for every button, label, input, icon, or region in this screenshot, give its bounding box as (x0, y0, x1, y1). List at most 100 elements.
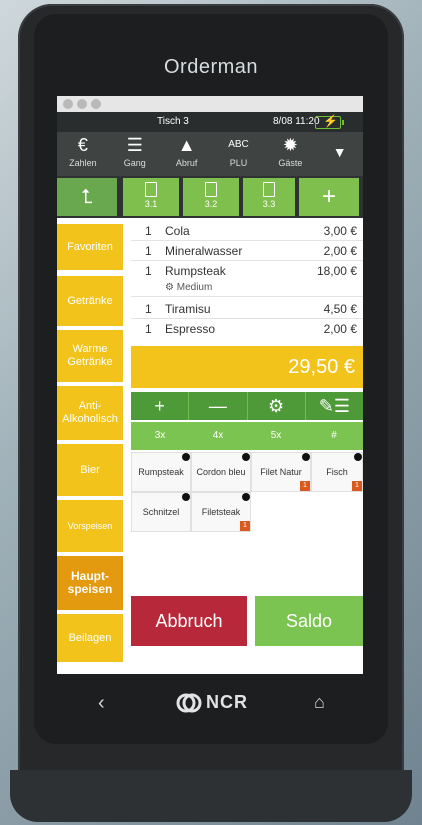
gaeste-button[interactable]: ✹ Gäste (264, 132, 316, 176)
time-label: 8/08 11:20 (273, 116, 320, 127)
category-bier[interactable]: Bier (57, 444, 123, 496)
minus-button[interactable]: — (189, 392, 248, 420)
item-fisch[interactable]: Fisch 1 (311, 452, 363, 492)
order-name: Mineralwasser (165, 244, 243, 258)
minus-icon: — (208, 396, 227, 416)
window-dot-1[interactable] (63, 99, 73, 109)
saldo-button[interactable]: Saldo (255, 596, 363, 646)
back-nav-icon[interactable]: ‹ (98, 692, 105, 715)
order-price: 18,00 € (316, 264, 357, 278)
abruf-button[interactable]: ▲ Abruf (161, 132, 213, 176)
order-modifier-row: ⚙ Medium (131, 280, 363, 297)
document-icon (263, 182, 275, 197)
add-ticket-button[interactable]: + (299, 178, 359, 216)
category-list: Favoriten Getränke Warme Getränke Anti-A… (57, 218, 127, 674)
window-titlebar (57, 96, 363, 112)
cancel-button[interactable]: Abbruch (131, 596, 247, 646)
screen: Tisch 3 8/08 11:20 ⚡ € Zahlen ☰ Gang ▲ A… (57, 96, 363, 674)
window-dot-3[interactable] (91, 99, 101, 109)
toolbar: € Zahlen ☰ Gang ▲ Abruf ABC PLU ✹ Gäste … (57, 132, 363, 176)
category-vorspeisen[interactable]: Vorspeisen (57, 500, 123, 552)
item-label: Rumpsteak (138, 467, 184, 477)
category-anti-alkoholisch[interactable]: Anti-Alkoholisch (57, 386, 123, 440)
category-getraenke[interactable]: Getränke (57, 276, 123, 326)
gear-icon: ⚙ (165, 282, 177, 293)
category-hauptspeisen[interactable]: Haupt-speisen (57, 556, 123, 610)
edit-list-icon: ✎☰ (318, 396, 350, 416)
zahlen-label: Zahlen (69, 158, 97, 168)
item-cordon-bleu[interactable]: Cordon bleu (191, 452, 251, 492)
ticket-3-2[interactable]: 3.2 (183, 178, 239, 216)
plus-icon: + (154, 396, 165, 416)
order-list: 1 Cola 3,00 € 1 Mineralwasser 2,00 € 1 R… (131, 218, 363, 342)
gang-label: Gang (123, 158, 146, 168)
multiplier-row: 3x 4x 5x # (131, 422, 363, 450)
android-nav-bar: ‹ NCR ⌂ (58, 674, 362, 734)
camera-icon (302, 453, 310, 461)
abruf-label: Abruf (175, 158, 198, 168)
item-badge: 1 (240, 521, 250, 531)
order-row[interactable]: 1 Mineralwasser 2,00 € (131, 242, 363, 261)
camera-icon (182, 453, 190, 461)
more-button[interactable]: ▼ (316, 132, 363, 176)
item-label: Schnitzel (142, 507, 180, 517)
modifier-label: Medium (176, 282, 213, 293)
item-schnitzel[interactable]: Schnitzel (131, 492, 191, 532)
camera-icon (242, 493, 250, 501)
camera-icon (242, 453, 250, 461)
ticket-3-1[interactable]: 3.1 (123, 178, 179, 216)
multiplier-4x[interactable]: 4x (189, 422, 247, 450)
item-filet-natur[interactable]: Filet Natur 1 (251, 452, 311, 492)
order-name: Espresso (165, 322, 216, 336)
home-nav-icon[interactable]: ⌂ (314, 692, 325, 713)
ticket-3-3[interactable]: 3.3 (243, 178, 295, 216)
multiplier-3x[interactable]: 3x (131, 422, 189, 450)
ticket-label: 3.1 (144, 199, 158, 209)
category-warme-getraenke[interactable]: Warme Getränke (57, 330, 123, 382)
bell-icon: ▲ (177, 135, 196, 155)
item-rumpsteak[interactable]: Rumpsteak (131, 452, 191, 492)
category-favoriten[interactable]: Favoriten (57, 224, 123, 270)
order-row[interactable]: 1 Rumpsteak 18,00 € (131, 262, 363, 280)
item-filetsteak[interactable]: Filetsteak 1 (191, 492, 251, 532)
edit-list-button[interactable]: ✎☰ (305, 392, 363, 420)
order-price: 2,00 € (323, 322, 357, 336)
ticket-label: 3.2 (204, 199, 218, 209)
table-label: Tisch 3 (157, 116, 189, 127)
multiplier-5x[interactable]: 5x (247, 422, 305, 450)
order-price: 4,50 € (323, 302, 357, 316)
window-dot-2[interactable] (77, 99, 87, 109)
item-badge: 1 (352, 481, 362, 491)
item-label: Fisch (326, 467, 348, 477)
guests-icon: ✹ (282, 135, 298, 155)
gear-icon: ⚙ (268, 396, 285, 416)
item-label: Filetsteak (201, 507, 241, 517)
item-badge: 1 (300, 481, 310, 491)
camera-icon (354, 453, 362, 461)
modifier-text: ⚙ Medium (165, 282, 212, 293)
category-beilagen[interactable]: Beilagen (57, 614, 123, 662)
order-price: 2,00 € (323, 244, 357, 258)
item-label: Cordon bleu (196, 467, 246, 477)
order-qty: 1 (145, 322, 152, 336)
device-bottom (10, 770, 412, 822)
multiplier-hash[interactable]: # (305, 422, 363, 450)
order-row[interactable]: 1 Cola 3,00 € (131, 222, 363, 241)
total-amount: 29,50 € (288, 356, 355, 378)
settings-button[interactable]: ⚙ (247, 392, 306, 420)
list-icon: ☰ (126, 135, 143, 155)
back-button[interactable]: ⮤ (57, 178, 117, 216)
gang-button[interactable]: ☰ Gang (109, 132, 161, 176)
order-row[interactable]: 1 Espresso 2,00 € (131, 320, 363, 338)
order-row[interactable]: 1 Tiramisu 4,50 € (131, 300, 363, 319)
euro-icon: € (77, 135, 88, 155)
plu-button[interactable]: ABC PLU (213, 132, 265, 176)
plu-label: PLU (229, 158, 248, 168)
zahlen-button[interactable]: € Zahlen (57, 132, 109, 176)
ncr-logo-icon (176, 693, 202, 713)
ncr-logo: NCR (176, 692, 248, 713)
plus-icon: + (321, 183, 336, 210)
order-qty: 1 (145, 264, 152, 278)
order-name: Tiramisu (165, 302, 211, 316)
plus-button[interactable]: + (131, 392, 190, 420)
